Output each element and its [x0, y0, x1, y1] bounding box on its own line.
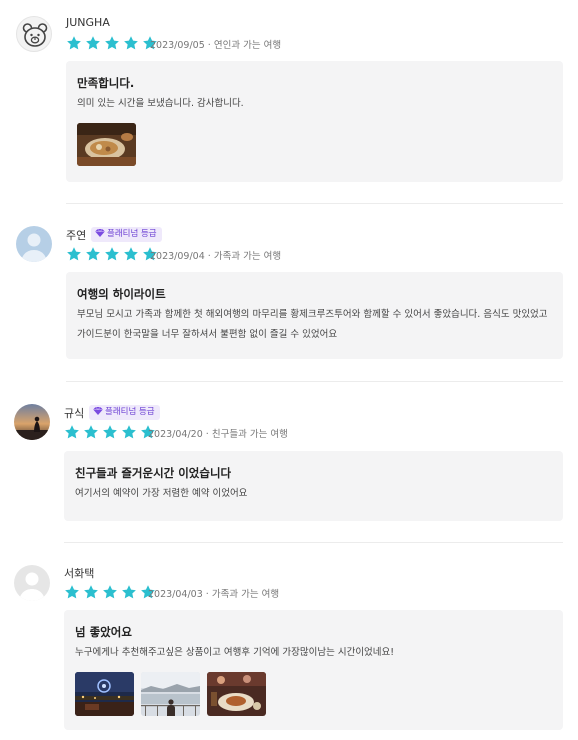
- review-body: 부모님 모시고 가족과 함께한 첫 해외여행의 마무리를 황제크루즈투어와 함께…: [77, 309, 548, 340]
- avatar[interactable]: [14, 565, 50, 601]
- star-icon: [85, 246, 101, 262]
- reviewer-name: 서화택: [64, 567, 95, 580]
- trip-type: 가족과 가는 여행: [211, 589, 280, 600]
- review-meta: 2023/04/20 · 친구들과 가는 여행: [148, 429, 288, 440]
- trip-type: 가족과 가는 여행: [213, 251, 282, 262]
- dinner-photo: [207, 672, 266, 716]
- star-icon: [85, 35, 101, 51]
- divider: [66, 203, 563, 204]
- avatar[interactable]: [16, 16, 52, 52]
- avatar[interactable]: [16, 226, 52, 262]
- review-date: 2023/04/20: [148, 429, 203, 440]
- review-meta: 2023/09/05 · 연인과 가는 여행: [150, 40, 282, 51]
- rating-stars: [66, 246, 161, 262]
- divider: [64, 542, 563, 543]
- trip-type: 친구들과 가는 여행: [211, 429, 288, 440]
- review-title: 넘 좋았어요: [75, 625, 132, 639]
- default-user-icon: [21, 233, 47, 262]
- review-card: 여행의 하이라이트 부모님 모시고 가족과 함께한 첫 해외여행의 마무리를 황…: [66, 272, 563, 359]
- review-body: 의미 있는 시간을 보냈습니다. 감사합니다.: [77, 98, 244, 109]
- review-body: 여기서의 예약이 가장 저렴한 예약 이었어요: [75, 488, 248, 499]
- membership-badge: 플래티넘 등급: [89, 405, 160, 420]
- star-icon: [102, 584, 118, 600]
- badge-label: 플래티넘 등급: [107, 229, 157, 239]
- star-icon: [64, 424, 80, 440]
- review-title: 친구들과 즐거운시간 이었습니다: [75, 466, 232, 480]
- reviewer-name: JUNGHA: [66, 16, 110, 29]
- star-icon: [121, 424, 137, 440]
- star-icon: [64, 584, 80, 600]
- bear-icon: [22, 23, 48, 47]
- sunset-photo: [14, 404, 50, 440]
- river-view-photo: [141, 672, 200, 716]
- star-icon: [121, 584, 137, 600]
- star-icon: [102, 424, 118, 440]
- review-date: 2023/04/03: [148, 589, 203, 600]
- review-meta: 2023/09/04 · 가족과 가는 여행: [150, 251, 282, 262]
- review-title: 만족합니다.: [77, 76, 135, 90]
- review-card: 넘 좋았어요 누구에게나 추천해주고싶은 상품이고 여행후 기억에 가장많이남는…: [64, 610, 563, 730]
- badge-label: 플래티넘 등급: [105, 407, 155, 417]
- review-body: 누구에게나 추천해주고싶은 상품이고 여행후 기억에 가장많이남는 시간이었네요…: [75, 647, 395, 658]
- review-photo[interactable]: [141, 672, 200, 716]
- membership-badge: 플래티넘 등급: [91, 227, 162, 242]
- review-meta: 2023/04/03 · 가족과 가는 여행: [148, 589, 280, 600]
- rating-stars: [64, 424, 159, 440]
- diamond-icon: [95, 229, 105, 237]
- trip-type: 연인과 가는 여행: [213, 40, 282, 51]
- diamond-icon: [93, 407, 103, 415]
- food-photo: [77, 123, 136, 166]
- avatar[interactable]: [14, 404, 50, 440]
- review-card: 친구들과 즐거운시간 이었습니다 여기서의 예약이 가장 저렴한 예약 이었어요: [64, 451, 563, 521]
- star-icon: [83, 584, 99, 600]
- reviewer-name: 규식: [64, 407, 85, 420]
- star-icon: [104, 246, 120, 262]
- divider: [66, 381, 563, 382]
- star-icon: [104, 35, 120, 51]
- review-photo[interactable]: [77, 123, 136, 166]
- default-user-icon: [19, 572, 45, 601]
- review-title: 여행의 하이라이트: [77, 287, 166, 301]
- night-river-photo: [75, 672, 134, 716]
- star-icon: [66, 246, 82, 262]
- star-icon: [83, 424, 99, 440]
- star-icon: [123, 246, 139, 262]
- review-date: 2023/09/04: [150, 251, 205, 262]
- review-card: 만족합니다. 의미 있는 시간을 보냈습니다. 감사합니다.: [66, 61, 563, 182]
- rating-stars: [66, 35, 161, 51]
- rating-stars: [64, 584, 159, 600]
- star-icon: [66, 35, 82, 51]
- reviewer-name: 주연: [66, 229, 87, 242]
- review-photo[interactable]: [207, 672, 266, 716]
- review-date: 2023/09/05: [150, 40, 205, 51]
- star-icon: [123, 35, 139, 51]
- review-photo[interactable]: [75, 672, 134, 716]
